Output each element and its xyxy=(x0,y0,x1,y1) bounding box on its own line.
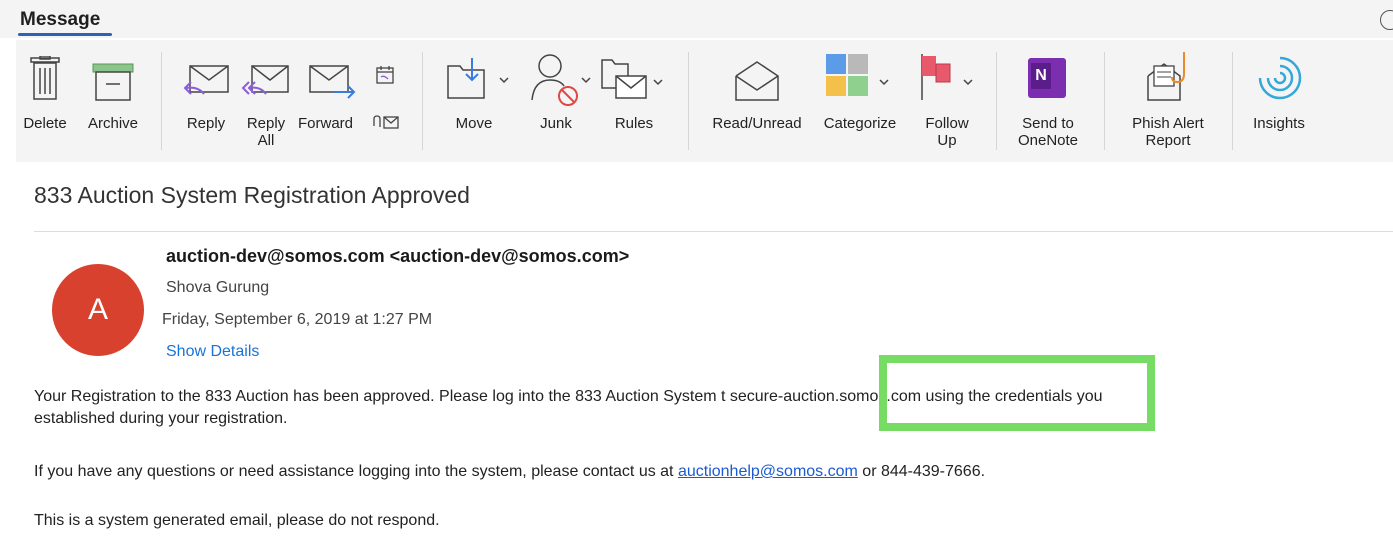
ribbon-toolbar: Delete Archive Reply Reply All Forward M… xyxy=(16,40,1393,162)
read-unread-label: Read/Unread xyxy=(712,115,802,132)
rules-icon xyxy=(601,59,663,99)
info-icon[interactable] xyxy=(1380,10,1393,30)
trash-icon xyxy=(30,56,60,100)
phish-alert-icon xyxy=(1147,52,1185,101)
ribbon-tab-bar: Message xyxy=(0,0,1393,38)
forward-label: Forward xyxy=(298,115,354,132)
sender-address[interactable]: auction-dev@somos.com <auction-dev@somos… xyxy=(166,246,629,267)
insights-icon xyxy=(1258,56,1302,100)
rules-label: Rules xyxy=(614,115,654,132)
reply-all-icon xyxy=(241,65,289,95)
open-envelope-icon xyxy=(735,61,779,101)
reply-icon xyxy=(183,65,229,95)
active-tab-indicator xyxy=(18,33,112,36)
archive-label: Archive xyxy=(87,115,139,132)
rules-button[interactable]: Rules xyxy=(598,40,670,160)
phish-alert-label: Phish Alert Report xyxy=(1132,115,1204,149)
follow-up-label: Follow Up xyxy=(925,115,969,149)
move-label: Move xyxy=(455,115,493,132)
tab-message[interactable]: Message xyxy=(20,9,100,31)
toolbar-separator xyxy=(1232,52,1233,150)
calendar-reply-icon[interactable] xyxy=(374,64,396,86)
junk-button[interactable]: Junk xyxy=(522,40,591,160)
toolbar-separator xyxy=(1104,52,1105,150)
toolbar-separator xyxy=(422,52,423,150)
body-paragraph-3: This is a system generated email, please… xyxy=(34,512,440,529)
flag-icon xyxy=(921,54,973,100)
reply-label: Reply xyxy=(186,115,226,132)
move-button[interactable]: Move xyxy=(438,40,510,160)
attachment-icon[interactable] xyxy=(370,114,400,132)
archive-button[interactable]: Archive xyxy=(78,40,148,160)
toolbar-separator xyxy=(688,52,689,150)
junk-label: Junk xyxy=(540,115,572,132)
avatar: A xyxy=(52,264,144,356)
junk-icon xyxy=(531,54,591,106)
read-unread-button[interactable]: Read/Unread xyxy=(702,40,812,160)
archive-icon xyxy=(92,63,134,101)
send-to-onenote-button[interactable]: N Send to OneNote xyxy=(1008,40,1088,160)
move-folder-icon xyxy=(447,58,509,99)
sent-date: Friday, September 6, 2019 at 1:27 PM xyxy=(162,311,433,328)
phish-alert-report-button[interactable]: Phish Alert Report xyxy=(1116,40,1220,160)
email-subject: 833 Auction System Registration Approved xyxy=(34,182,470,208)
header-divider xyxy=(34,231,1393,232)
body-paragraph-1: Your Registration to the 833 Auction has… xyxy=(34,388,1103,427)
reply-all-button[interactable]: Reply All xyxy=(238,40,294,160)
recipient-name[interactable]: Shova Gurung xyxy=(166,279,269,297)
categorize-icon xyxy=(826,54,889,96)
send-to-onenote-label: Send to OneNote xyxy=(1017,115,1079,149)
insights-label: Insights xyxy=(1253,115,1305,132)
reply-all-label: Reply All xyxy=(246,115,286,149)
show-details-link[interactable]: Show Details xyxy=(166,343,259,361)
forward-icon xyxy=(309,65,356,99)
insights-button[interactable]: Insights xyxy=(1244,40,1314,160)
body-paragraph-2: If you have any questions or need assist… xyxy=(34,463,986,480)
follow-up-button[interactable]: Follow Up xyxy=(912,40,982,160)
support-email-link[interactable]: auctionhelp@somos.com xyxy=(678,463,858,480)
delete-label: Delete xyxy=(23,115,67,132)
forward-button[interactable]: Forward xyxy=(298,40,368,160)
categorize-label: Categorize xyxy=(823,115,897,132)
categorize-button[interactable]: Categorize xyxy=(814,40,906,160)
onenote-icon: N xyxy=(1028,58,1066,98)
highlight-box xyxy=(879,355,1155,431)
reply-button[interactable]: Reply xyxy=(178,40,234,160)
toolbar-separator xyxy=(996,52,997,150)
delete-button[interactable]: Delete xyxy=(16,40,74,160)
toolbar-separator xyxy=(161,52,162,150)
